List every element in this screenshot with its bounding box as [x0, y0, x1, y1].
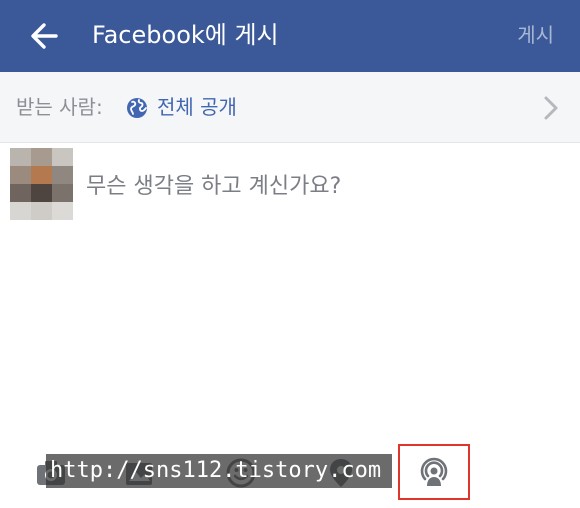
- post-button[interactable]: 게시: [517, 17, 554, 53]
- chevron-right-icon: [544, 96, 558, 120]
- live-video-button[interactable]: [398, 444, 470, 500]
- audience-value: 전체 공개: [157, 95, 237, 119]
- live-video-icon: [420, 457, 448, 486]
- audience-label: 받는 사람:: [16, 95, 103, 119]
- avatar: [10, 148, 73, 220]
- composer-row: 무슨 생각을 하고 계신가요?: [0, 142, 580, 232]
- composer-input[interactable]: 무슨 생각을 하고 계신가요?: [86, 170, 341, 204]
- app-bar: Facebook에 게시 게시: [0, 0, 580, 72]
- page-title: Facebook에 게시: [92, 21, 279, 49]
- globe-icon: [127, 98, 147, 118]
- audience-selector[interactable]: 받는 사람: 전체 공개: [0, 72, 580, 143]
- back-button[interactable]: [26, 18, 66, 54]
- watermark-text: http://sns112.tistory.com: [46, 454, 392, 488]
- arrow-left-icon: [31, 23, 58, 49]
